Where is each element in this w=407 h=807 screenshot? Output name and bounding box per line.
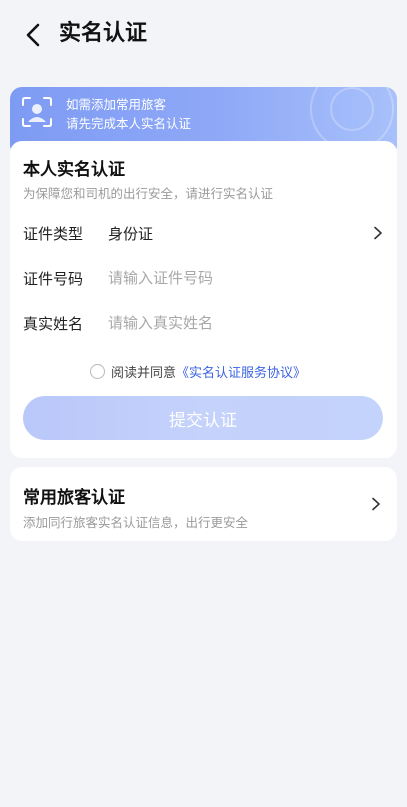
id-number-row: 证件号码 (23, 259, 385, 297)
agreement-link[interactable]: 《实名认证服务协议》 (176, 362, 306, 381)
banner-decoration (330, 87, 374, 131)
agree-text: 阅读并同意 (111, 366, 177, 381)
banner-line-1: 如需添加常用旅客 (66, 97, 167, 112)
id-scan-icon (22, 97, 52, 127)
traveler-title: 常用旅客认证 (23, 488, 125, 508)
header-bar: 实名认证 (0, 0, 407, 68)
chevron-left-icon (26, 23, 40, 47)
traveler-card[interactable]: 常用旅客认证 添加同行旅客实名认证信息，出行更安全 (10, 467, 397, 541)
id-number-label: 证件号码 (23, 269, 84, 288)
name-input[interactable] (108, 314, 385, 332)
chevron-right-icon (374, 226, 382, 240)
name-row: 真实姓名 (23, 304, 385, 342)
banner-line-2: 请先完成本人实名认证 (66, 116, 192, 131)
agreement-row: 阅读并同意 《实名认证服务协议》 (90, 362, 306, 381)
id-type-row[interactable]: 证件类型 身份证 (23, 214, 385, 252)
chevron-right-icon (372, 497, 380, 511)
traveler-subtitle: 添加同行旅客实名认证信息，出行更安全 (23, 515, 249, 530)
verification-subtitle: 为保障您和司机的出行安全，请进行实名认证 (23, 186, 274, 201)
submit-button[interactable]: 提交认证 (23, 396, 383, 440)
id-number-input[interactable] (108, 269, 385, 287)
verification-title: 本人实名认证 (23, 160, 125, 180)
agree-checkbox[interactable] (90, 364, 105, 379)
id-type-value: 身份证 (108, 224, 154, 243)
verification-card: 本人实名认证 为保障您和司机的出行安全，请进行实名认证 证件类型 身份证 证件号… (10, 141, 397, 458)
banner-text: 如需添加常用旅客 请先完成本人实名认证 (66, 95, 191, 133)
back-button[interactable] (18, 20, 48, 50)
name-label: 真实姓名 (23, 314, 84, 333)
page-title: 实名认证 (59, 21, 148, 46)
id-type-label: 证件类型 (23, 224, 84, 243)
